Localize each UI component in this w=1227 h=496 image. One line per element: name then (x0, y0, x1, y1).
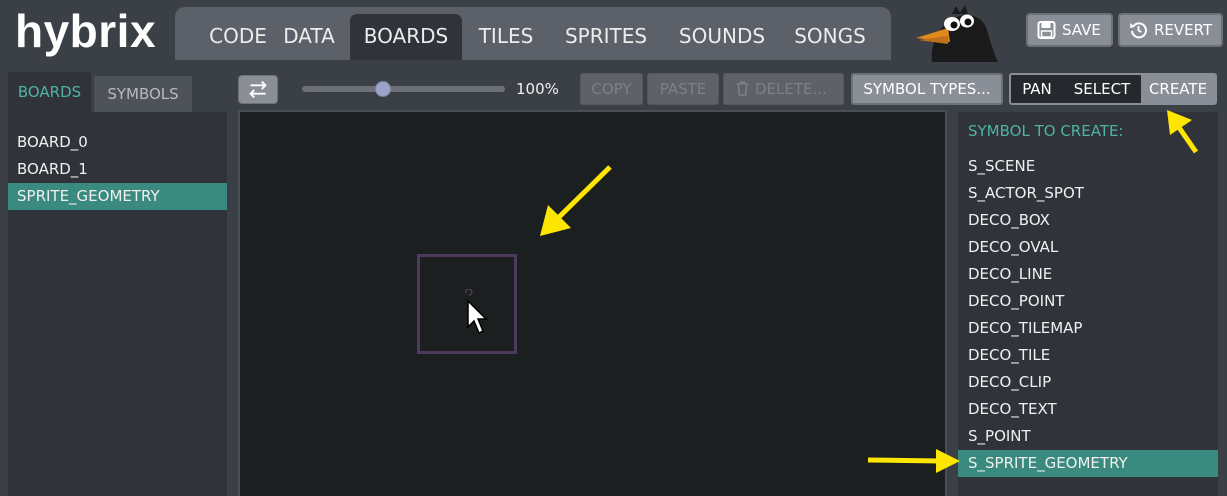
tab-data[interactable]: DATA (271, 14, 347, 60)
symbol-types-button[interactable]: SYMBOL TYPES... (851, 73, 1003, 105)
symbol-item[interactable]: DECO_LINE (958, 261, 1218, 288)
delete-button[interactable]: DELETE... (723, 73, 844, 105)
symbol-item[interactable]: DECO_BOX (958, 207, 1218, 234)
floppy-disk-icon (1037, 21, 1056, 39)
symbol-picker-panel: SYMBOL TO CREATE: S_SCENE S_ACTOR_SPOT D… (958, 112, 1218, 496)
board-item-selected[interactable]: SPRITE_GEOMETRY (8, 183, 227, 210)
zoom-slider-handle[interactable] (375, 81, 392, 97)
revert-button[interactable]: REVERT (1118, 13, 1223, 47)
board-item[interactable]: BOARD_1 (8, 156, 227, 183)
save-label: SAVE (1062, 21, 1101, 39)
symbol-item[interactable]: S_POINT (958, 423, 1218, 450)
symbol-item[interactable]: S_SCENE (958, 153, 1218, 180)
swap-arrows-icon (249, 80, 267, 99)
copy-button[interactable]: COPY (580, 73, 643, 105)
symbol-item[interactable]: DECO_CLIP (958, 369, 1218, 396)
board-item[interactable]: BOARD_0 (8, 129, 227, 156)
symbol-item[interactable]: DECO_TILEMAP (958, 315, 1218, 342)
symbol-item[interactable]: DECO_TEXT (958, 396, 1218, 423)
main-nav: CODE DATA BOARDS TILES SPRITES SOUNDS SO… (175, 7, 891, 60)
mode-toggle-group: PAN SELECT CREATE (1009, 73, 1217, 105)
crow-mascot-icon (916, 5, 998, 62)
trash-icon (736, 81, 749, 96)
zoom-slider-track[interactable] (302, 86, 505, 92)
history-icon (1130, 22, 1147, 39)
symbol-item[interactable]: DECO_TILE (958, 342, 1218, 369)
symbol-item-selected[interactable]: S_SPRITE_GEOMETRY (958, 450, 1218, 477)
tab-sprites[interactable]: SPRITES (550, 14, 662, 60)
zoom-label: 100% (516, 80, 559, 98)
tab-boards[interactable]: BOARDS (350, 14, 462, 60)
mode-create-button[interactable]: CREATE (1141, 75, 1215, 103)
mode-pan-button[interactable]: PAN (1011, 75, 1063, 103)
symbol-item[interactable]: DECO_POINT (958, 288, 1218, 315)
paste-button[interactable]: PASTE (647, 73, 719, 105)
tab-songs[interactable]: SONGS (782, 14, 878, 60)
app-logo: hybrix (15, 5, 157, 57)
boards-list: BOARD_0 BOARD_1 SPRITE_GEOMETRY (8, 112, 227, 496)
symbol-picker-header: SYMBOL TO CREATE: (968, 122, 1124, 140)
revert-label: REVERT (1154, 21, 1213, 39)
tab-tiles[interactable]: TILES (465, 14, 547, 60)
tab-left-boards[interactable]: BOARDS (8, 72, 91, 112)
tab-left-symbols[interactable]: SYMBOLS (94, 76, 192, 112)
symbol-item[interactable]: S_ACTOR_SPOT (958, 180, 1218, 207)
tab-sounds[interactable]: SOUNDS (665, 14, 779, 60)
symbol-item[interactable]: DECO_OVAL (958, 234, 1218, 261)
swap-button[interactable] (238, 75, 278, 104)
board-canvas[interactable] (238, 110, 947, 496)
save-button[interactable]: SAVE (1026, 13, 1113, 47)
mode-select-button[interactable]: SELECT (1065, 75, 1139, 103)
mouse-pointer-icon (465, 289, 488, 335)
delete-label: DELETE... (755, 80, 827, 98)
